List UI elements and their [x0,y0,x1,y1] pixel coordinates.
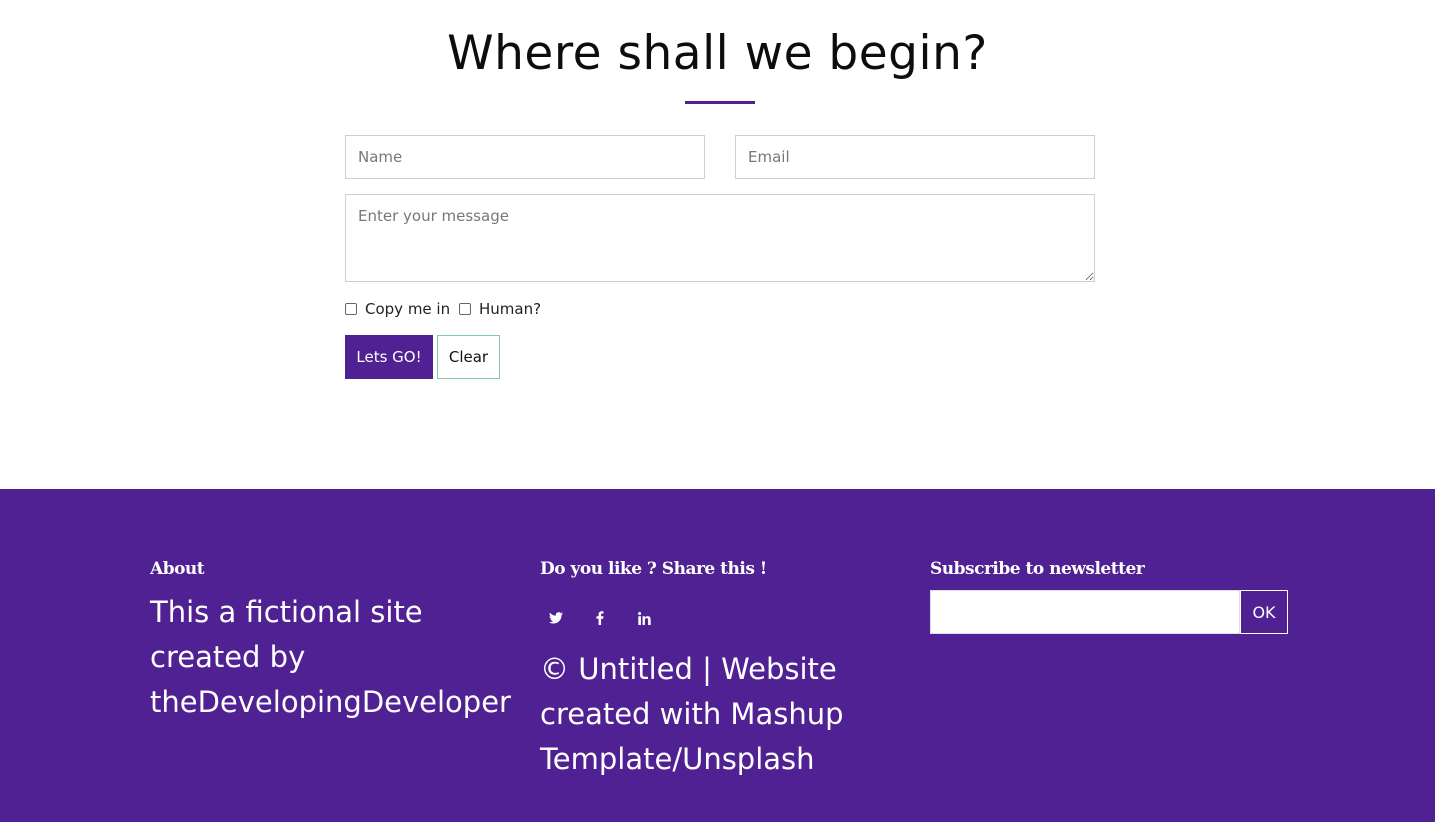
human-checkbox-box[interactable] [459,303,471,315]
clear-button[interactable]: Clear [437,335,500,379]
contact-section: Where shall we begin? Copy me in Human? … [0,0,1435,489]
about-line: created by [150,640,306,674]
copy-me-checkbox[interactable]: Copy me in [345,299,450,319]
page-title: Where shall we begin? [447,26,988,81]
message-textarea[interactable] [345,194,1095,282]
submit-button[interactable]: Lets GO! [345,335,433,379]
about-heading: About [150,559,205,579]
name-input[interactable] [345,135,705,179]
about-line: theDevelopingDeveloper [150,685,511,719]
about-line: This a fictional site [150,595,423,629]
human-checkbox[interactable]: Human? [459,299,541,319]
copyright-line: © Untitled | Website [540,652,837,686]
email-input[interactable] [735,135,1095,179]
footer: About This a fictional site created by t… [0,489,1435,822]
newsletter-ok-button[interactable]: OK [1240,590,1288,634]
linkedin-icon[interactable] [628,604,660,632]
about-text: This a fictional site created by theDeve… [150,590,520,725]
facebook-icon[interactable] [584,604,616,632]
share-heading: Do you like ? Share this ! [540,559,767,579]
title-underline [685,101,755,104]
human-label: Human? [479,300,542,318]
copy-me-checkbox-box[interactable] [345,303,357,315]
copyright-text: © Untitled | Website created with Mashup… [540,647,880,782]
copy-me-label: Copy me in [365,300,451,318]
newsletter-email-input[interactable] [930,590,1240,634]
copyright-line: Template/Unsplash [540,742,815,776]
twitter-icon[interactable] [540,604,572,632]
copyright-line: created with Mashup [540,697,844,731]
newsletter-heading: Subscribe to newsletter [930,559,1145,579]
